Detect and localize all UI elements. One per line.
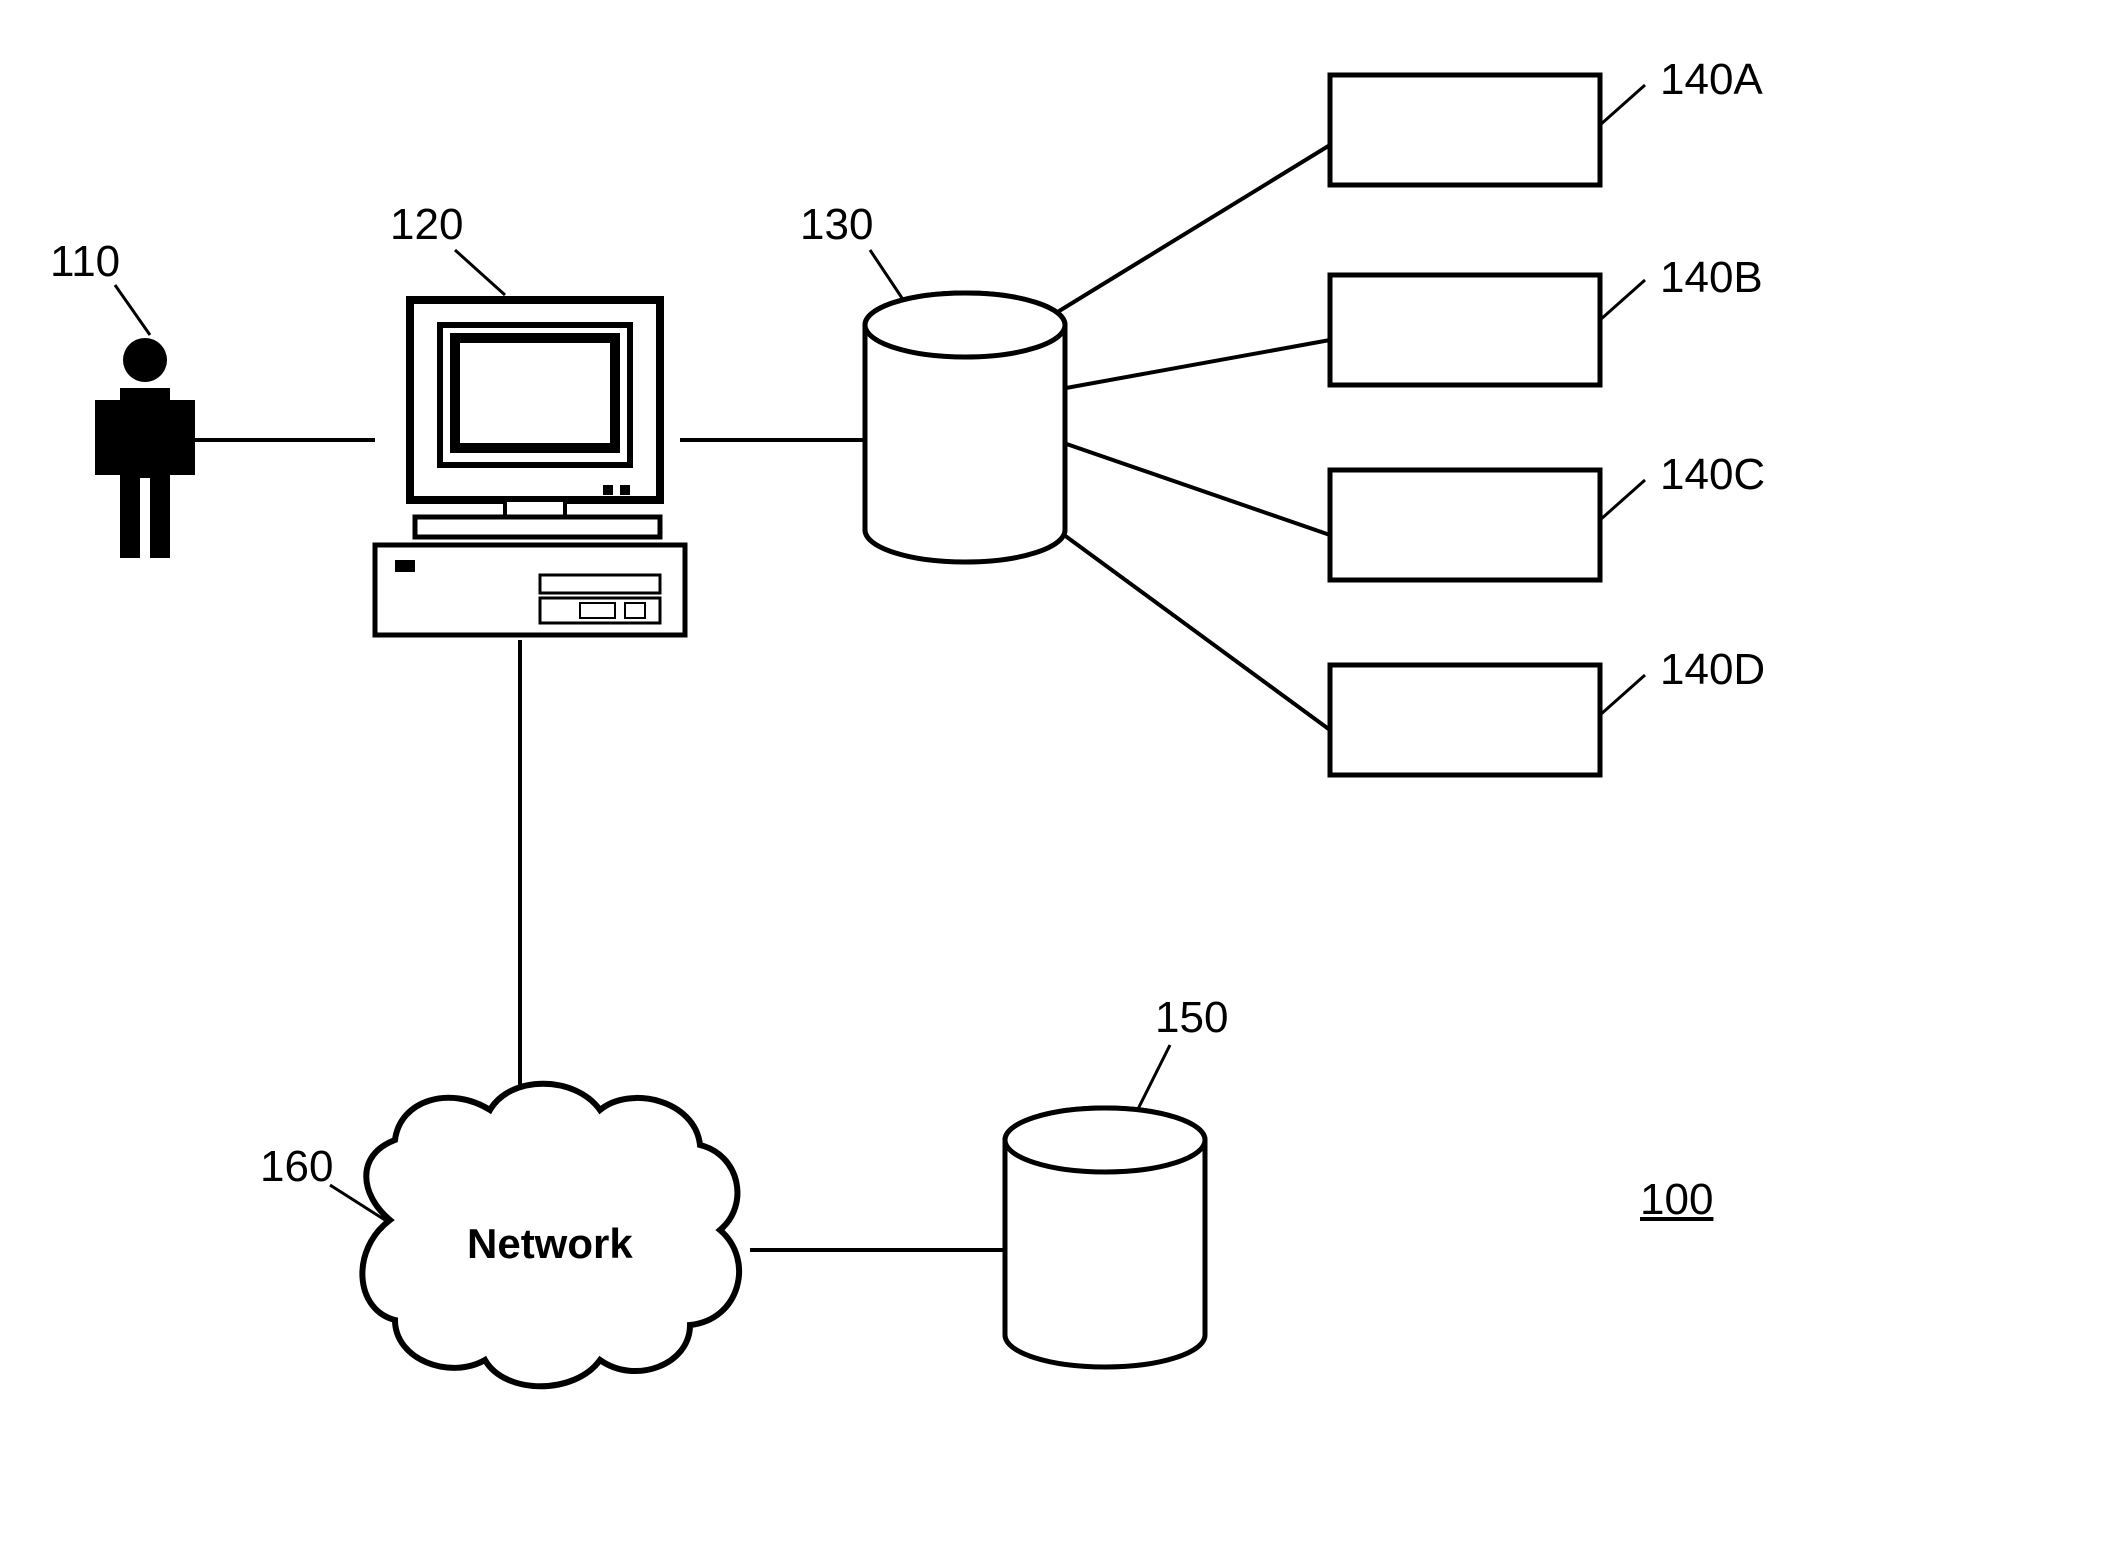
box-140b <box>1330 275 1600 385</box>
computer-icon <box>375 300 685 635</box>
label-120: 120 <box>390 200 463 250</box>
user-icon <box>95 338 195 558</box>
label-160: 160 <box>260 1142 333 1192</box>
database-icon-2 <box>1005 1108 1205 1367</box>
connector-db1-boxd <box>1030 510 1330 730</box>
connector-db1-boxc <box>1055 440 1330 535</box>
leader-110 <box>115 285 150 335</box>
leader-140a <box>1600 85 1645 125</box>
diagram-canvas <box>0 0 2104 1544</box>
network-text: Network <box>467 1220 633 1268</box>
label-110: 110 <box>50 237 120 287</box>
box-140d <box>1330 665 1600 775</box>
figure-label: 100 <box>1640 1175 1713 1225</box>
label-140c: 140C <box>1660 450 1765 500</box>
leader-120 <box>455 250 505 295</box>
connector-db1-boxa <box>1020 145 1330 335</box>
label-140d: 140D <box>1660 645 1765 695</box>
label-130: 130 <box>800 200 873 250</box>
database-icon-1 <box>865 293 1065 562</box>
leader-140c <box>1600 480 1645 520</box>
leader-140d <box>1600 675 1645 715</box>
leader-140b <box>1600 280 1645 320</box>
connector-db1-boxb <box>1055 340 1330 390</box>
box-140a <box>1330 75 1600 185</box>
label-140a: 140A <box>1660 55 1763 105</box>
label-140b: 140B <box>1660 253 1763 303</box>
label-150: 150 <box>1155 993 1228 1043</box>
box-140c <box>1330 470 1600 580</box>
